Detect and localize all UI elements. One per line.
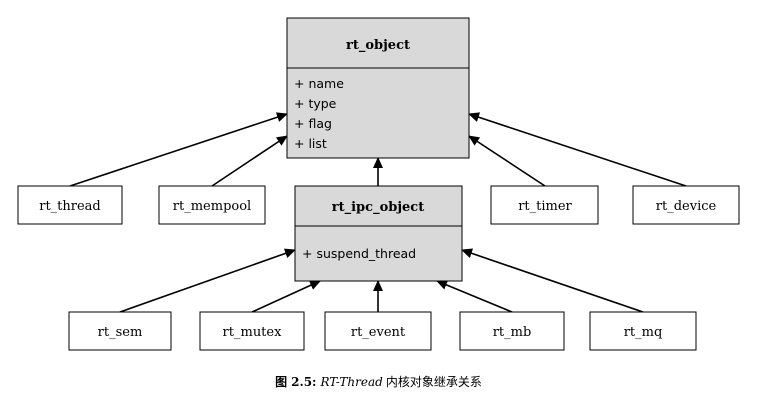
box-rt-device: rt_device xyxy=(632,185,740,225)
box-rt-thread: rt_thread xyxy=(17,185,123,225)
arrow-thread-to-object xyxy=(69,112,288,187)
box-rt-mutex-label: rt_mutex xyxy=(223,325,283,340)
box-rt-event-label: rt_event xyxy=(351,325,406,340)
box-rt-mq: rt_mq xyxy=(589,311,697,351)
class-rt-object: rt_object + name + type + flag + list xyxy=(286,17,470,159)
arrow-timer-to-object xyxy=(468,135,546,187)
class-rt-object-title: rt_object xyxy=(346,38,410,53)
attr-type: + type xyxy=(294,96,337,111)
caption-number: 2.5: xyxy=(291,375,317,389)
box-rt-sem-label: rt_sem xyxy=(98,325,143,340)
figure-caption: 图 2.5: RT-Thread 内核对象继承关系 xyxy=(0,373,757,390)
arrow-device-to-object xyxy=(468,112,687,187)
inheritance-diagram: rt_object + name + type + flag + list rt… xyxy=(17,17,740,351)
attr-name: + name xyxy=(294,76,344,91)
arrow-mb-to-ipc xyxy=(436,280,513,313)
box-rt-timer-label: rt_timer xyxy=(518,199,572,214)
box-rt-mutex: rt_mutex xyxy=(199,311,305,351)
box-rt-thread-label: rt_thread xyxy=(39,199,101,214)
box-rt-mb-label: rt_mb xyxy=(493,325,532,340)
box-rt-timer: rt_timer xyxy=(490,185,599,225)
arrow-mempool-to-object xyxy=(211,135,288,187)
arrow-mutex-to-ipc xyxy=(251,280,321,313)
attr-list: + list xyxy=(294,136,327,151)
arrow-sem-to-ipc xyxy=(119,248,296,313)
caption-subject: RT-Thread xyxy=(320,375,383,389)
box-rt-device-label: rt_device xyxy=(656,199,717,214)
box-rt-sem: rt_sem xyxy=(68,311,172,351)
class-rt-ipc-object-title: rt_ipc_object xyxy=(332,200,424,215)
box-rt-mb: rt_mb xyxy=(459,311,565,351)
box-rt-event: rt_event xyxy=(324,311,432,351)
box-rt-mempool: rt_mempool xyxy=(158,185,266,225)
class-rt-ipc-object: rt_ipc_object + suspend_thread xyxy=(294,185,463,282)
attr-suspend-thread: + suspend_thread xyxy=(302,246,416,261)
caption-text: 内核对象继承关系 xyxy=(385,375,482,389)
box-rt-mempool-label: rt_mempool xyxy=(173,199,251,214)
caption-prefix: 图 xyxy=(275,375,288,389)
attr-flag: + flag xyxy=(294,116,332,131)
box-rt-mq-label: rt_mq xyxy=(624,325,663,340)
